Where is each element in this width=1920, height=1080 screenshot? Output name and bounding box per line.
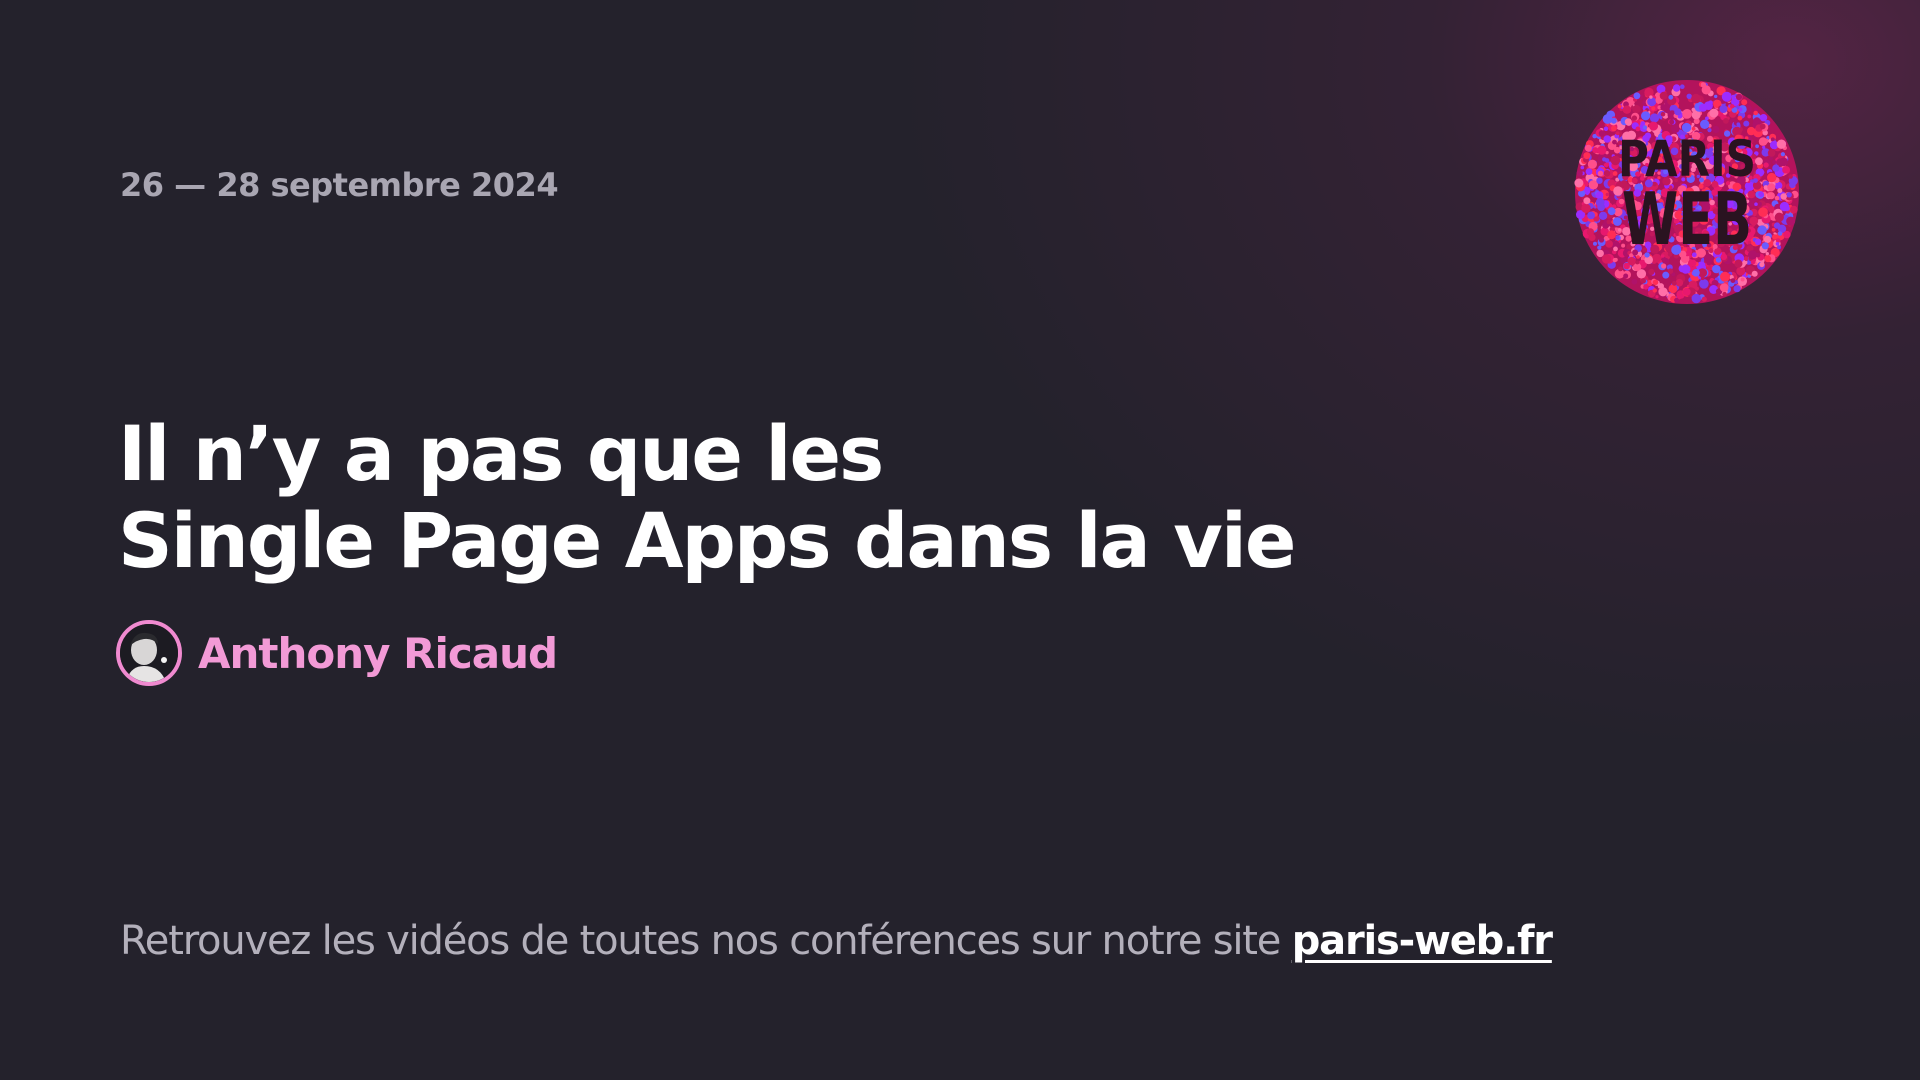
speaker-avatar xyxy=(116,620,182,686)
logo-text-web: WEB xyxy=(1622,177,1752,261)
footer-link[interactable]: paris-web.fr xyxy=(1292,918,1553,964)
talk-title-line-2: Single Page Apps dans la vie xyxy=(118,496,1296,585)
footer-text: Retrouvez les vidéos de toutes nos confé… xyxy=(120,918,1292,964)
event-dates: 26 — 28 septembre 2024 xyxy=(120,166,559,204)
talk-title: Il n’y a pas que les Single Page Apps da… xyxy=(118,409,1296,585)
speaker: Anthony Ricaud xyxy=(116,620,558,686)
speaker-name: Anthony Ricaud xyxy=(198,628,558,678)
paris-web-logo: PARIS WEB xyxy=(1574,80,1799,304)
footer-note: Retrouvez les vidéos de toutes nos confé… xyxy=(120,918,1553,964)
talk-title-line-1: Il n’y a pas que les xyxy=(118,409,884,498)
